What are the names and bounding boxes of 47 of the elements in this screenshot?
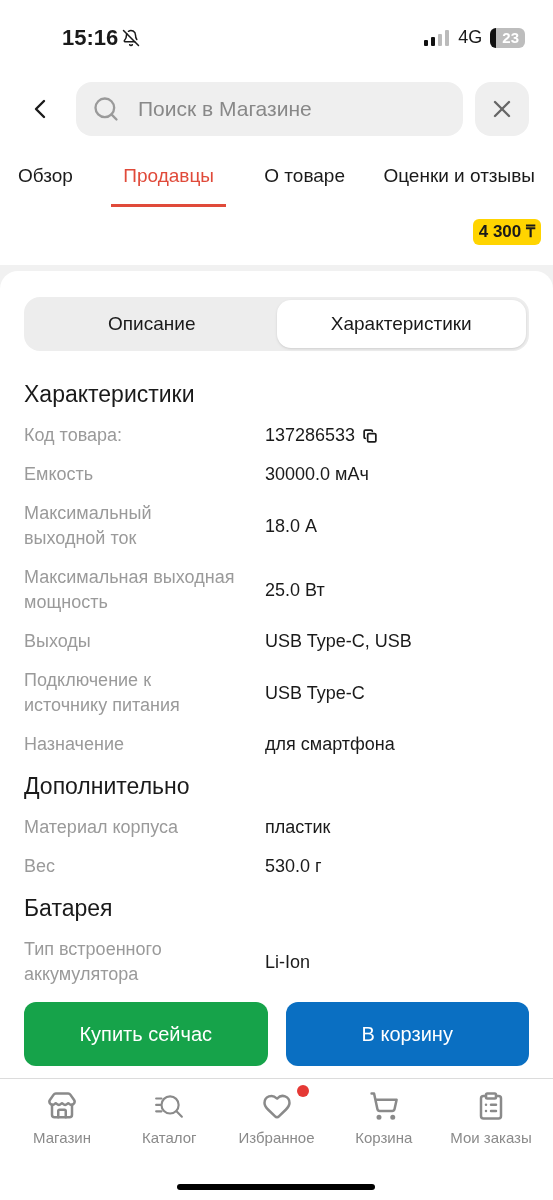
spec-value: 137286533 — [265, 424, 356, 447]
spec-value: USB Type-C, USB — [265, 630, 412, 653]
nav-item[interactable]: Каталог — [142, 1091, 197, 1200]
status-time: 15:16 — [62, 24, 119, 52]
spec-label: Вес — [24, 855, 57, 878]
signal-icon — [424, 29, 451, 46]
battery-indicator: 23 — [490, 27, 525, 48]
spec-value: 18.0 А — [265, 514, 318, 538]
search-icon — [92, 95, 120, 123]
spec-label: Тип встроенного аккумулятора — [24, 938, 163, 986]
spec-label: Материал корпуса — [24, 816, 180, 839]
spec-label: Код товара: — [24, 424, 124, 447]
tab[interactable]: Оценки и отзывы — [383, 161, 535, 207]
spec-label: Емкость — [24, 463, 95, 486]
tab[interactable]: Обзор — [18, 161, 73, 207]
spec-label: Подключение к источнику питания — [24, 669, 181, 717]
spec-value: пластик — [265, 816, 331, 839]
spec-value: 530.0 г — [265, 855, 322, 878]
nav-item[interactable]: Избранное — [238, 1091, 315, 1200]
spec-label: Максимальная выходная мощность — [24, 566, 236, 614]
section-heading: Характеристики — [24, 380, 196, 409]
nav-item[interactable]: Магазин — [33, 1091, 91, 1200]
segment-tab[interactable]: Описание — [27, 300, 277, 348]
network-label: 4G — [458, 26, 483, 49]
bell-muted-icon — [122, 28, 141, 47]
spec-label: Максимальный выходной ток — [24, 502, 153, 550]
price-tag: 4 300 ₸ — [472, 219, 541, 245]
copy-icon[interactable] — [363, 428, 378, 443]
nav-item[interactable]: Корзина — [355, 1091, 413, 1200]
add-to-cart-button[interactable]: В корзину — [285, 1002, 529, 1066]
close-button[interactable] — [475, 82, 529, 136]
spec-value: для смартфона — [265, 733, 395, 756]
spec-value: USB Type-C — [265, 681, 365, 705]
spec-value: Li-Ion — [265, 950, 311, 974]
spec-value: 30000.0 мАч — [265, 463, 369, 486]
spec-label: Назначение — [24, 733, 125, 756]
store-icon — [47, 1091, 77, 1121]
search-field[interactable]: Поиск в Магазине — [76, 82, 463, 136]
tab[interactable]: О товаре — [264, 161, 345, 207]
spec-label: Выходы — [24, 630, 92, 653]
cart-icon — [368, 1091, 399, 1121]
section-heading: Дополнительно — [24, 772, 191, 801]
section-heading: Батарея — [24, 894, 114, 923]
buy-now-button[interactable]: Купить сейчас — [24, 1002, 268, 1066]
segment-tab[interactable]: Характеристики — [276, 300, 526, 348]
spec-value: 25.0 Вт — [265, 578, 325, 602]
nav-item[interactable]: Мои заказы — [450, 1091, 532, 1200]
